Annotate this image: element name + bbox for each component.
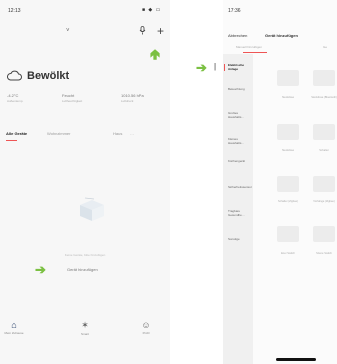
tab-living-room[interactable]: Wohnzimmer — [47, 131, 71, 136]
category-large-appliance[interactable]: Großes Haushalts… — [228, 111, 250, 119]
right-phone-screen: 17:36 Abbrechen Gerät hinzufügen Manuell… — [223, 0, 337, 364]
nav-home-label: Mein Zuhause — [4, 331, 24, 335]
hint-arrow-right-icon: ➔ — [35, 262, 46, 277]
tab-more[interactable]: … — [130, 131, 134, 136]
device-tile[interactable] — [313, 124, 335, 140]
add-device-button[interactable]: Gerät hinzufügen — [67, 267, 98, 272]
add-plus-icon[interactable]: + — [157, 24, 164, 38]
nav-profile[interactable]: ☺ Profil — [134, 320, 158, 335]
cloud-icon — [7, 70, 22, 81]
category-lighting[interactable]: Beleuchtung — [228, 87, 250, 92]
device-label: Schalter — [319, 149, 329, 152]
pointer-bar: | — [214, 62, 217, 71]
tab-manual-add[interactable]: Manuell hinzufügen — [236, 45, 262, 49]
category-wearable-health[interactable]: Tragbare Gesundhe… — [228, 209, 250, 217]
smart-icon: ✶ — [81, 320, 89, 330]
tab-scan[interactable]: Ge — [323, 45, 327, 49]
device-label: Ener Switch — [281, 252, 295, 255]
weather-pressure-value: 1010.56 hPa — [121, 93, 144, 98]
tab-all-devices[interactable]: Alle Geräte — [6, 131, 27, 136]
category-small-appliance[interactable]: Kleines Haushalts… — [228, 137, 250, 145]
nav-home[interactable]: ⌂ Mein Zuhause — [2, 320, 26, 335]
weather-temp-value: -4.2°C — [7, 93, 19, 98]
nav-profile-label: Profil — [142, 331, 150, 335]
cancel-button[interactable]: Abbrechen — [228, 33, 247, 38]
category-electrical[interactable]: Elektrische Anlage — [228, 63, 250, 71]
device-label: Szene Switch — [316, 252, 332, 255]
tab-house[interactable]: Haus — [113, 131, 122, 136]
category-security-sensor[interactable]: Sicherheitssensor — [228, 185, 252, 190]
status-time: 17:36 — [228, 8, 241, 14]
empty-box-icon — [80, 197, 104, 221]
empty-state-text: Keine Geräte, bitte hinzufügen — [64, 253, 106, 257]
active-tab-underline — [6, 140, 17, 141]
status-time: 12:13 — [8, 8, 21, 14]
weather-pressure-label: Luftdruck — [121, 99, 134, 103]
profile-icon: ☺ — [141, 320, 151, 330]
device-tile[interactable] — [277, 70, 299, 86]
weather-temp-label: Außentemp. — [7, 99, 24, 103]
nav-smart-label: Smart — [80, 332, 89, 336]
weather-humidity-label: Luftfeuchtigkeit — [62, 99, 83, 103]
page-title: Gerät hinzufügen — [265, 33, 298, 38]
nav-smart[interactable]: ✶ Smart — [73, 320, 97, 336]
mic-icon[interactable] — [139, 26, 146, 37]
device-tile[interactable] — [313, 70, 335, 86]
home-indicator — [276, 358, 316, 361]
status-icons: ■ ◆ ▭ — [142, 7, 162, 13]
home-icon: ⌂ — [11, 320, 17, 330]
device-tile[interactable] — [313, 176, 335, 192]
category-other[interactable]: Sonstige — [228, 237, 250, 242]
device-label: Schalter (Zigbee) — [278, 200, 298, 203]
device-label: Steckdose — [281, 149, 295, 152]
device-label: Steckdose — [281, 96, 295, 99]
weather-humidity-value: Feucht — [62, 93, 75, 98]
hint-arrow-right-icon: ➔ — [196, 60, 207, 75]
device-tile[interactable] — [277, 176, 299, 192]
category-kitchen[interactable]: Küchengerät — [228, 159, 250, 164]
hint-arrow-up-icon: 🢁 — [150, 46, 161, 62]
device-tile[interactable] — [313, 226, 335, 242]
left-phone-screen: 12:13 ■ ◆ ▭ ˅ + Bewölkt -4.2°C Außentemp… — [0, 0, 170, 364]
device-tile[interactable] — [277, 124, 299, 140]
weather-title: Bewölkt — [27, 70, 70, 82]
device-tile[interactable] — [277, 226, 299, 242]
device-label: Vorhänge (Zigbee) — [313, 200, 335, 203]
home-selector-chevron-icon[interactable]: ˅ — [66, 28, 70, 34]
active-category-marker — [224, 64, 225, 71]
active-tab-underline — [243, 52, 267, 53]
device-label: Steckdose (Bluetooth) — [311, 96, 337, 99]
